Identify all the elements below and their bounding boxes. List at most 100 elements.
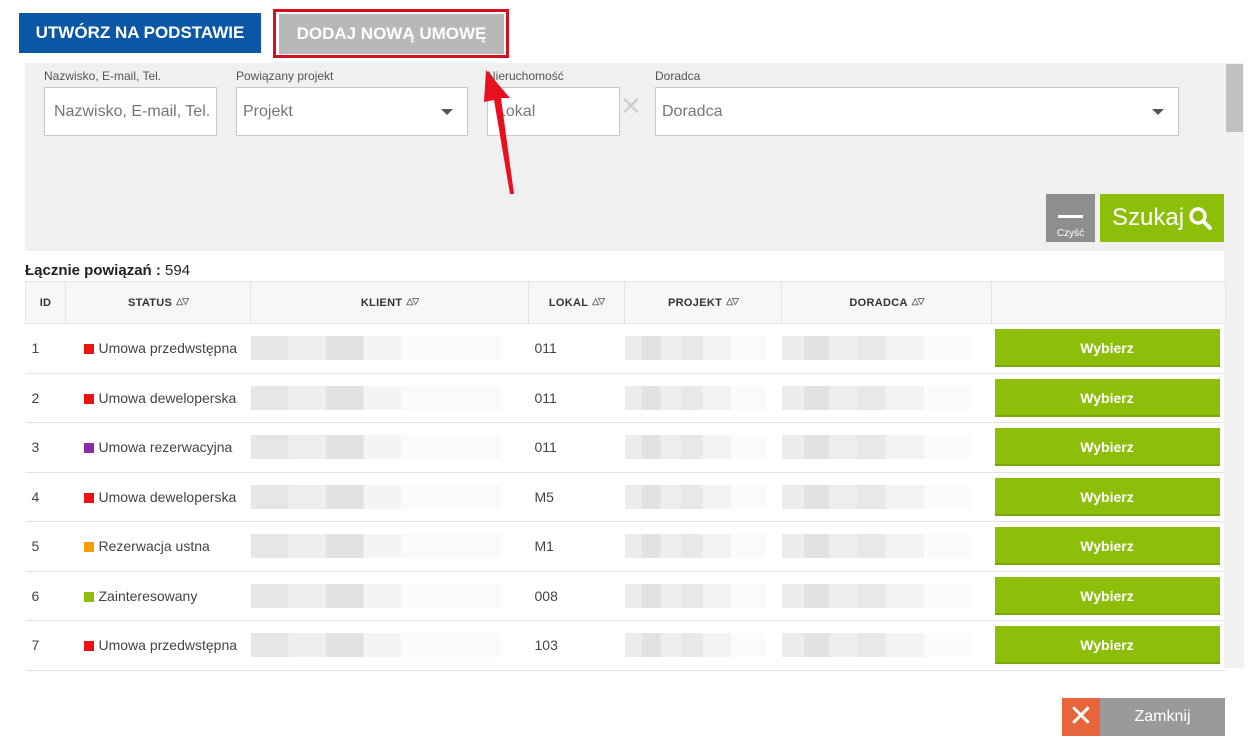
clear-filters-button[interactable]: Czyść xyxy=(1046,194,1095,242)
row-status: Rezerwacja ustna xyxy=(65,521,251,572)
total-links-summary: Łącznie powiązań : 594 xyxy=(25,262,190,279)
create-based-on-button[interactable]: UTWÓRZ NA PODSTAWIE xyxy=(19,13,261,53)
redacted-block xyxy=(781,534,971,559)
row-client-redacted xyxy=(250,323,529,374)
table-row: 1 Umowa przedwstępna 011 Wybierz xyxy=(25,323,1226,374)
redacted-block xyxy=(250,484,501,509)
row-status: Zainteresowany xyxy=(65,571,251,621)
column-header-status[interactable]: STATUS △▽ xyxy=(65,281,251,324)
sort-arrows-icon[interactable]: △▽ xyxy=(726,296,739,307)
table-header-row: ID STATUS △▽ KLIENT △▽ LOKAL △▽ PROJEKT △▽ D… xyxy=(25,281,1226,324)
row-action: Wybierz xyxy=(991,521,1226,572)
column-header-advisor[interactable]: DORADCA △▽ xyxy=(781,281,992,324)
redacted-block xyxy=(250,385,501,410)
row-action: Wybierz xyxy=(991,620,1226,671)
row-project-redacted xyxy=(624,373,782,423)
advisor-select-value: Doradca xyxy=(662,102,723,120)
row-project-redacted xyxy=(624,323,782,374)
row-id: 4 xyxy=(25,472,66,522)
row-action: Wybierz xyxy=(991,373,1226,423)
row-unit: M1 xyxy=(528,521,625,572)
redacted-block xyxy=(781,633,971,658)
table-row: 7 Umowa przedwstępna 103 Wybierz xyxy=(25,620,1226,671)
status-color-marker xyxy=(83,492,94,503)
redacted-block xyxy=(250,633,501,658)
minus-icon xyxy=(1058,215,1083,218)
advisor-select[interactable]: Doradca xyxy=(655,87,1179,136)
status-color-marker xyxy=(83,393,94,404)
scrollbar-thumb[interactable] xyxy=(1226,64,1243,132)
sort-arrows-icon[interactable]: △▽ xyxy=(176,296,189,307)
column-header-actions xyxy=(991,281,1226,324)
name-search-input[interactable] xyxy=(44,87,217,136)
column-header-client[interactable]: KLIENT △▽ xyxy=(250,281,529,324)
annotation-arrow xyxy=(484,70,514,194)
redacted-block xyxy=(250,435,501,460)
project-filter-label: Powiązany projekt xyxy=(236,69,334,83)
row-advisor-redacted xyxy=(781,571,992,621)
table-row: 2 Umowa deweloperska 011 Wybierz xyxy=(25,373,1226,423)
row-id: 1 xyxy=(25,323,66,374)
chevron-down-icon xyxy=(1152,109,1164,115)
row-client-redacted xyxy=(250,521,529,572)
close-icon: ✕ xyxy=(1062,698,1100,736)
row-status-label: Umowa przedwstępna xyxy=(98,340,238,357)
search-button-label: Szukaj xyxy=(1112,204,1185,231)
redacted-block xyxy=(624,435,766,460)
row-action: Wybierz xyxy=(991,323,1226,374)
redacted-block xyxy=(250,336,501,361)
row-status-label: Umowa deweloperska xyxy=(98,389,237,406)
row-unit: 011 xyxy=(528,422,625,473)
sort-arrows-icon[interactable]: △▽ xyxy=(592,296,605,307)
row-id: 5 xyxy=(25,521,66,572)
scrollbar-track[interactable] xyxy=(1224,63,1244,668)
search-button[interactable]: Szukaj xyxy=(1100,194,1224,242)
clear-property-icon[interactable]: ✕ xyxy=(620,93,642,119)
status-color-marker xyxy=(83,542,94,553)
add-new-contract-button[interactable]: DODAJ NOWĄ UMOWĘ xyxy=(279,14,504,54)
row-status: Umowa przedwstępna xyxy=(65,620,251,671)
row-project-redacted xyxy=(624,620,782,671)
row-status-label: Rezerwacja ustna xyxy=(98,538,210,555)
column-header-project[interactable]: PROJEKT △▽ xyxy=(624,281,782,324)
select-button[interactable]: Wybierz xyxy=(994,329,1220,368)
row-client-redacted xyxy=(250,422,529,473)
close-button[interactable]: ✕ Zamknij xyxy=(1062,698,1225,736)
select-button[interactable]: Wybierz xyxy=(994,378,1220,417)
row-advisor-redacted xyxy=(781,620,992,671)
redacted-block xyxy=(624,583,766,608)
redacted-block xyxy=(781,336,971,361)
column-header-unit[interactable]: LOKAL △▽ xyxy=(528,281,625,324)
clear-filters-label: Czyść xyxy=(1056,228,1085,239)
row-advisor-redacted xyxy=(781,373,992,423)
row-client-redacted xyxy=(250,620,529,671)
select-button[interactable]: Wybierz xyxy=(994,428,1220,467)
row-unit: 011 xyxy=(528,323,625,374)
column-header-project-label: PROJEKT xyxy=(668,297,723,309)
select-button[interactable]: Wybierz xyxy=(994,576,1220,615)
select-button[interactable]: Wybierz xyxy=(994,477,1220,516)
row-unit: M5 xyxy=(528,472,625,522)
row-status-label: Zainteresowany xyxy=(98,587,198,604)
row-project-redacted xyxy=(624,422,782,473)
advisor-filter-label: Doradca xyxy=(655,69,701,83)
row-status: Umowa deweloperska xyxy=(65,373,251,423)
sort-arrows-icon[interactable]: △▽ xyxy=(406,296,419,307)
row-unit: 008 xyxy=(528,571,625,621)
select-button[interactable]: Wybierz xyxy=(994,626,1220,665)
redacted-block xyxy=(250,534,501,559)
project-select[interactable]: Projekt xyxy=(236,87,468,136)
column-header-id: ID xyxy=(25,281,66,324)
column-header-client-label: KLIENT xyxy=(360,297,403,309)
table-row: 3 Umowa rezerwacyjna 011 Wybierz xyxy=(25,422,1226,473)
row-client-redacted xyxy=(250,472,529,522)
row-advisor-redacted xyxy=(781,521,992,572)
row-action: Wybierz xyxy=(991,571,1226,621)
redacted-block xyxy=(781,435,971,460)
redacted-block xyxy=(624,385,766,410)
select-button[interactable]: Wybierz xyxy=(994,527,1220,566)
sort-arrows-icon[interactable]: △▽ xyxy=(912,296,925,307)
table-row: 4 Umowa deweloperska M5 Wybierz xyxy=(25,472,1226,522)
table-row: 6 Zainteresowany 008 Wybierz xyxy=(25,571,1226,621)
redacted-block xyxy=(624,484,766,509)
